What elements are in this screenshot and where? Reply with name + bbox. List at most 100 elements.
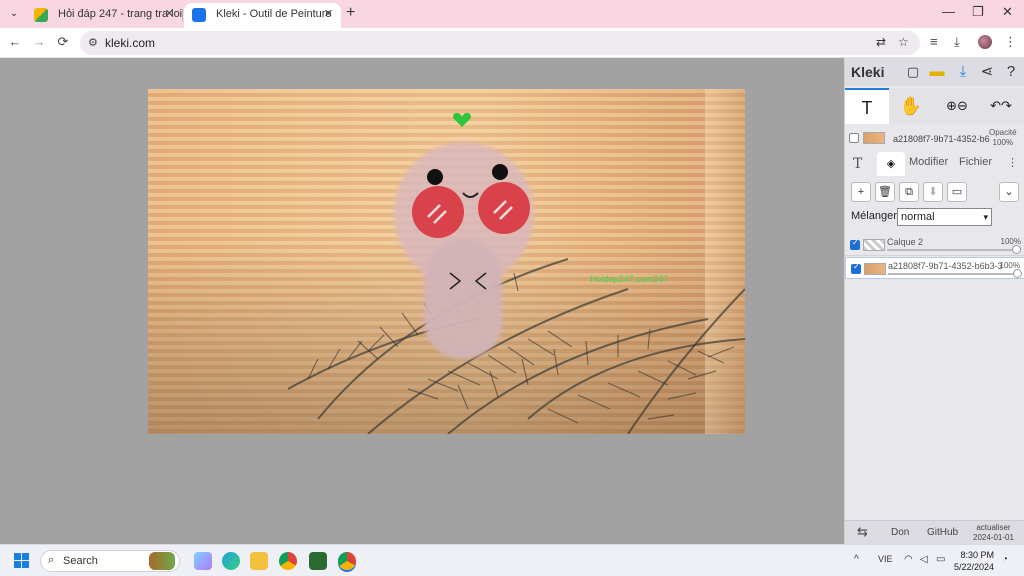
layer-item[interactable]: a21808f7-9b71-4352-b6b3-3 100% (845, 257, 1024, 279)
watermark-text: Hoidap247.com247 (590, 274, 669, 284)
layer-opacity-slider[interactable] (888, 269, 1022, 278)
new-image-icon[interactable]: ▢ (903, 62, 923, 82)
opacity-readout: Opacité 100% (989, 128, 1017, 148)
heart-icon (453, 112, 471, 127)
reload-button[interactable]: ⟳ (54, 33, 72, 51)
github-link[interactable]: GitHub (927, 527, 958, 538)
blend-mode-value: normal (901, 211, 935, 223)
add-layer-button[interactable]: + (851, 182, 871, 202)
blend-mode-select[interactable]: normal ▾ (897, 208, 992, 226)
blend-label: Mélanger (851, 210, 897, 222)
update-label: actualiser (976, 523, 1011, 532)
opacity-value: 100% (992, 138, 1014, 147)
chevron-up-icon[interactable]: ^ (854, 554, 859, 565)
tab-fichier[interactable]: Fichier (959, 156, 992, 168)
update-info[interactable]: actualiser 2024-01-01 (973, 523, 1014, 543)
help-icon[interactable]: ? (1001, 62, 1021, 82)
start-button[interactable] (14, 553, 30, 569)
search-highlight-image (149, 552, 175, 570)
layers-icon: ◈ (886, 158, 896, 170)
layer-thumbnail (863, 132, 885, 144)
maximize-button[interactable]: ❐ (972, 4, 984, 20)
opacity-label: Opacité (989, 128, 1017, 137)
undo-redo-tools[interactable]: ↶↷ (979, 88, 1023, 124)
share-icon[interactable]: ⋖ (977, 62, 997, 82)
donate-link[interactable]: Don (891, 527, 909, 538)
search-icon: ⌕ (48, 554, 55, 566)
site-info-icon[interactable]: ⚙ (88, 36, 98, 49)
merge-down-button[interactable]: ⬇ (923, 182, 943, 202)
cute-character-drawing (394, 142, 534, 359)
duplicate-layer-button[interactable]: ⧉ (899, 182, 919, 202)
clock-date: 5/22/2024 (954, 562, 995, 572)
edge-icon[interactable] (222, 552, 240, 570)
drawing-canvas[interactable]: Hoidap247.com247 (148, 89, 745, 434)
delete-layer-button[interactable]: 🗑 (875, 182, 895, 202)
language-indicator[interactable]: VIE (878, 554, 893, 564)
tab-text-tool[interactable]: T (853, 156, 862, 172)
window-close-button[interactable]: ✕ (1002, 4, 1013, 20)
kleki-favicon (192, 8, 206, 22)
tab-title: Kleki - Outil de Peinture (216, 8, 332, 20)
file-explorer-icon[interactable] (250, 552, 268, 570)
wifi-icon[interactable]: ◠ (904, 554, 913, 565)
layer-visibility-checkbox[interactable] (851, 262, 861, 274)
layer-options-dropdown[interactable]: ⌄ (999, 182, 1019, 202)
chrome-active-icon[interactable] (338, 552, 356, 570)
swap-sides-icon[interactable]: ⇆ (857, 524, 868, 540)
notifications-icon[interactable]: ◔ (1002, 554, 1008, 565)
back-button[interactable]: ← (6, 33, 24, 51)
more-options-icon[interactable]: ⋮ (1007, 156, 1018, 169)
zoom-tools[interactable]: ⊕⊖ (935, 88, 979, 124)
profile-avatar[interactable] (978, 35, 992, 49)
new-tab-button[interactable]: + (346, 4, 355, 22)
download-icon[interactable]: ⤓ (953, 62, 973, 82)
close-icon[interactable]: ✕ (324, 3, 333, 25)
sidebar-footer: ⇆ Don GitHub actualiser 2024-01-01 (845, 520, 1024, 544)
media-controls-icon[interactable]: ≡ (930, 34, 938, 49)
open-folder-icon[interactable]: ▬ (927, 62, 947, 82)
layer-item[interactable]: Calque 2 100% (845, 234, 1024, 256)
copilot-icon[interactable] (194, 552, 212, 570)
slider-handle[interactable] (1013, 269, 1022, 278)
layer-properties-button[interactable]: ▭ (947, 182, 967, 202)
downloads-icon[interactable]: ⤓ (954, 34, 960, 50)
kleki-sidebar: Kleki ▢ ▬ ⤓ ⋖ ? T ✋ ⊕⊖ ↶↷ a21808f7-9b71-… (844, 58, 1024, 544)
battery-icon[interactable]: ▭ (936, 554, 945, 565)
sidebar-header: Kleki ▢ ▬ ⤓ ⋖ ? (845, 58, 1024, 86)
layer-name: a21808f7-9b71-4352-b6b3-3 (888, 261, 1003, 271)
bookmark-star-icon[interactable]: ☆ (898, 35, 909, 49)
close-icon[interactable]: ✕ (165, 3, 174, 25)
minimize-button[interactable]: — (942, 4, 955, 19)
browser-menu-icon[interactable]: ⋮ (1004, 34, 1017, 50)
taskbar-search[interactable]: ⌕ Search (40, 550, 180, 572)
tab-search-button[interactable]: ⌄ (6, 6, 22, 22)
text-tool[interactable]: T (845, 88, 889, 124)
tab-kleki[interactable]: Kleki - Outil de Peinture ✕ (184, 3, 341, 28)
layer-visibility-checkbox[interactable] (850, 238, 860, 250)
layer-opacity-slider[interactable] (887, 245, 1021, 254)
address-bar[interactable]: ⚙ kleki.com ⇄ ☆ (80, 31, 920, 55)
hoidap-favicon (34, 8, 48, 22)
forward-button[interactable]: → (30, 33, 48, 51)
tab-modifier[interactable]: Modifier (909, 156, 948, 168)
layer-buttons: + 🗑 ⧉ ⬇ ▭ ⌄ (845, 182, 1024, 204)
current-layer-strip: a21808f7-9b71-4352-b6 Opacité 100% (845, 126, 1024, 150)
layer-thumbnail (863, 239, 885, 251)
chrome-icon[interactable] (279, 552, 297, 570)
kleki-logo: Kleki (851, 64, 885, 80)
hand-tool[interactable]: ✋ (889, 88, 933, 124)
update-date: 2024-01-01 (973, 533, 1014, 542)
translate-icon[interactable]: ⇄ (876, 35, 886, 49)
layer-visibility-checkbox[interactable] (849, 133, 859, 143)
search-placeholder: Search (63, 555, 98, 567)
chevron-down-icon: ▾ (983, 212, 988, 222)
tab-layers[interactable]: ◈ (877, 152, 905, 176)
tab-hoidap[interactable]: Hỏi đáp 247 - trang tra loi ✕ (26, 3, 182, 28)
app-warning-icon[interactable] (309, 552, 327, 570)
slider-handle[interactable] (1012, 245, 1021, 254)
tool-row: T ✋ ⊕⊖ ↶↷ (845, 88, 1024, 124)
volume-icon[interactable]: ◁ (920, 554, 928, 565)
drawing-workspace[interactable]: Hoidap247.com247 (0, 58, 844, 544)
taskbar-clock[interactable]: 8:30 PM 5/22/2024 (954, 549, 994, 573)
